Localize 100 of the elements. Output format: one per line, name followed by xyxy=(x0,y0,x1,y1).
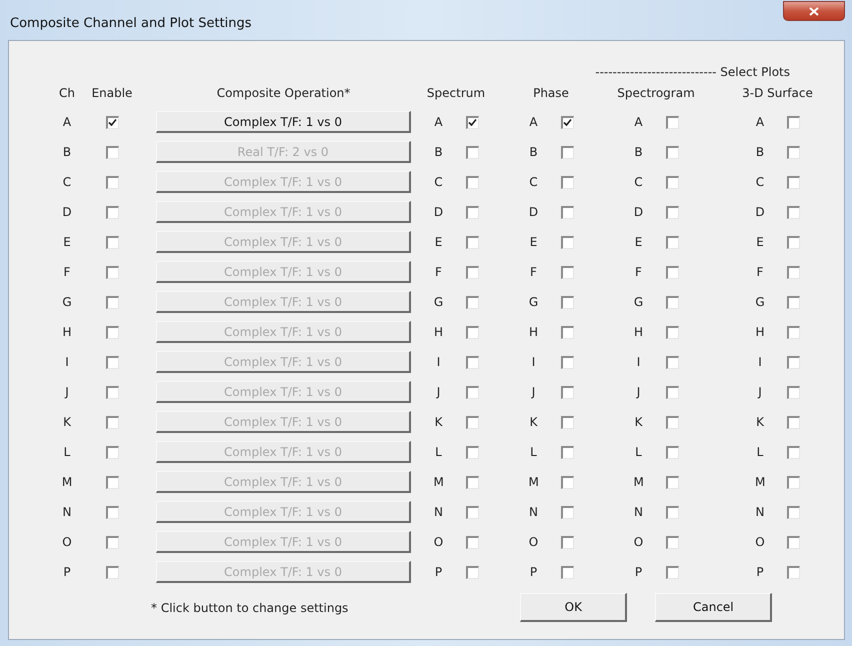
enable-checkbox[interactable] xyxy=(106,566,118,578)
plot-checkbox[interactable] xyxy=(466,386,478,398)
plot-checkbox[interactable] xyxy=(787,416,800,428)
plot-checkbox[interactable] xyxy=(666,356,678,368)
enable-checkbox[interactable] xyxy=(106,176,118,188)
enable-checkbox[interactable] xyxy=(106,326,118,338)
enable-checkbox[interactable] xyxy=(106,266,118,278)
plot-checkbox[interactable] xyxy=(560,116,574,128)
plot-checkbox[interactable] xyxy=(787,266,800,278)
plot-checkbox[interactable] xyxy=(466,236,478,248)
plot-checkbox[interactable] xyxy=(666,176,678,188)
channel-label: K xyxy=(63,414,71,431)
enable-checkbox[interactable] xyxy=(106,506,118,518)
plot-checkbox[interactable] xyxy=(666,266,678,278)
plot-checkbox[interactable] xyxy=(666,236,678,248)
channel-label: I xyxy=(530,355,536,369)
plot-checkbox[interactable] xyxy=(466,146,478,158)
plot-checkbox[interactable] xyxy=(466,506,478,518)
channel-label: J xyxy=(756,385,763,399)
plot-checkbox[interactable] xyxy=(666,296,678,308)
plot-checkbox[interactable] xyxy=(560,566,574,578)
channel-label: B xyxy=(62,144,72,161)
plot-checkbox[interactable] xyxy=(560,416,574,428)
plot-checkbox[interactable] xyxy=(560,236,574,248)
plot-checkbox[interactable] xyxy=(466,296,478,308)
plot-checkbox[interactable] xyxy=(666,446,678,458)
plot-checkbox[interactable] xyxy=(787,296,800,308)
enable-checkbox[interactable] xyxy=(106,386,118,398)
enable-checkbox[interactable] xyxy=(106,146,118,158)
enable-checkbox[interactable] xyxy=(106,116,118,128)
channel-label: J xyxy=(435,385,442,399)
plot-checkbox[interactable] xyxy=(787,446,800,458)
plot-checkbox[interactable] xyxy=(787,326,800,338)
plot-checkbox[interactable] xyxy=(466,416,478,428)
channel-label: J xyxy=(65,384,69,401)
plot-checkbox[interactable] xyxy=(666,506,678,518)
plot-checkbox[interactable] xyxy=(466,566,478,578)
enable-checkbox[interactable] xyxy=(106,296,118,308)
plot-checkbox[interactable] xyxy=(466,206,478,218)
plot-checkbox[interactable] xyxy=(666,416,678,428)
plot-checkbox[interactable] xyxy=(466,446,478,458)
plot-checkbox[interactable] xyxy=(466,356,478,368)
channel-label: F xyxy=(634,265,643,279)
enable-checkbox[interactable] xyxy=(106,446,118,458)
enable-checkbox[interactable] xyxy=(106,356,118,368)
enable-checkbox[interactable] xyxy=(106,536,118,548)
enable-checkbox[interactable] xyxy=(106,206,118,218)
plot-checkbox[interactable] xyxy=(466,326,478,338)
plot-checkbox[interactable] xyxy=(666,566,678,578)
plot-checkbox[interactable] xyxy=(787,536,800,548)
plot-checkbox[interactable] xyxy=(466,176,478,188)
plot-checkbox[interactable] xyxy=(787,146,800,158)
plot-checkbox[interactable] xyxy=(560,446,574,458)
enable-checkbox[interactable] xyxy=(106,416,118,428)
plot-checkbox[interactable] xyxy=(787,236,800,248)
channel-label: G xyxy=(755,295,765,309)
plot-checkbox[interactable] xyxy=(787,506,800,518)
plot-checkbox[interactable] xyxy=(787,386,800,398)
plot-checkbox[interactable] xyxy=(787,176,800,188)
channel-label: B xyxy=(755,145,765,159)
plot-checkbox[interactable] xyxy=(787,476,800,488)
channel-label: K xyxy=(755,415,765,429)
plot-checkbox[interactable] xyxy=(560,146,574,158)
plot-checkbox[interactable] xyxy=(787,116,800,128)
plot-checkbox[interactable] xyxy=(466,266,478,278)
plot-checkbox[interactable] xyxy=(560,296,574,308)
channel-label: G xyxy=(62,294,72,311)
plot-checkbox[interactable] xyxy=(666,146,678,158)
plot-checkbox[interactable] xyxy=(787,206,800,218)
plot-checkbox[interactable] xyxy=(666,536,678,548)
plot-checkbox[interactable] xyxy=(560,536,574,548)
plot-checkbox[interactable] xyxy=(560,266,574,278)
cancel-button[interactable]: Cancel xyxy=(655,593,772,622)
channel-label: A xyxy=(755,115,765,129)
operation-button[interactable]: Complex T/F: 1 vs 0 xyxy=(156,111,411,133)
plot-checkbox[interactable] xyxy=(560,356,574,368)
plot-checkbox[interactable] xyxy=(787,356,800,368)
plot-checkbox[interactable] xyxy=(666,326,678,338)
channel-label: O xyxy=(755,535,765,549)
plot-checkbox[interactable] xyxy=(466,476,478,488)
plot-checkbox[interactable] xyxy=(666,386,678,398)
plot-checkbox[interactable] xyxy=(666,116,678,128)
channel-label: A xyxy=(634,115,644,129)
channel-label: K xyxy=(528,415,538,429)
plot-checkbox[interactable] xyxy=(666,476,678,488)
plot-checkbox[interactable] xyxy=(560,326,574,338)
enable-checkbox[interactable] xyxy=(106,476,118,488)
close-button[interactable] xyxy=(783,1,845,21)
plot-checkbox[interactable] xyxy=(787,566,800,578)
plot-checkbox[interactable] xyxy=(560,506,574,518)
plot-checkbox[interactable] xyxy=(466,536,478,548)
plot-checkbox[interactable] xyxy=(560,386,574,398)
plot-checkbox[interactable] xyxy=(560,176,574,188)
plot-checkbox[interactable] xyxy=(666,206,678,218)
plot-checkbox[interactable] xyxy=(560,476,574,488)
plot-checkbox[interactable] xyxy=(560,206,574,218)
ok-button[interactable]: OK xyxy=(520,593,628,622)
enable-checkbox[interactable] xyxy=(106,236,118,248)
channel-label: D xyxy=(755,205,765,219)
plot-checkbox[interactable] xyxy=(466,116,478,128)
